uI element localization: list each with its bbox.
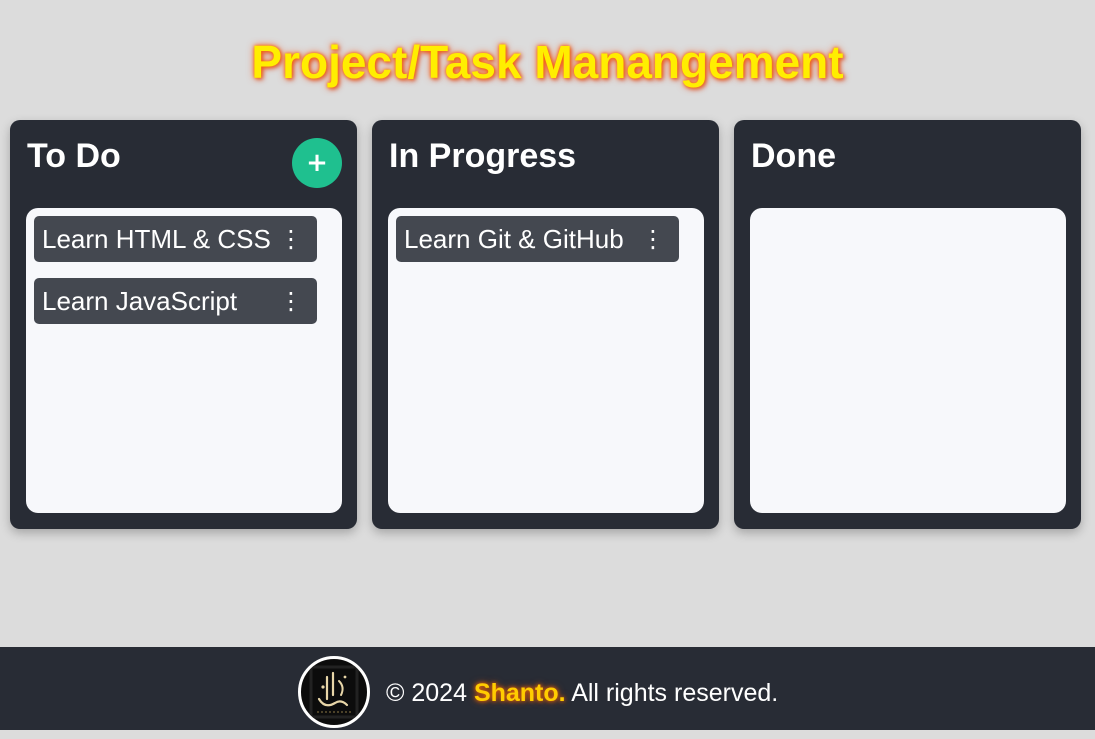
task-item[interactable]: Learn HTML & CSS ⋮	[34, 216, 317, 262]
rights-text: All rights reserved.	[571, 679, 779, 707]
column-title: In Progress	[389, 137, 577, 175]
footer: © 2024 Shanto. All rights reserved.	[0, 647, 1095, 730]
column-in-progress: In Progress Learn Git & GitHub ⋮	[372, 120, 719, 529]
add-task-button[interactable]: +	[292, 138, 342, 188]
page-title: Project/Task Manangement	[251, 36, 844, 88]
task-text: Learn HTML & CSS	[42, 224, 271, 254]
column-title: To Do	[27, 137, 121, 175]
task-text: Learn JavaScript	[42, 286, 238, 316]
copyright: © 2024	[386, 679, 467, 707]
calligraphy-logo	[298, 656, 370, 728]
brand-name: Shanto.	[473, 679, 566, 707]
column-title: Done	[751, 137, 836, 175]
kebab-menu-icon[interactable]: ⋮	[279, 278, 303, 324]
task-text: Learn Git & GitHub	[404, 224, 624, 254]
task-list-in-progress[interactable]: Learn Git & GitHub ⋮	[388, 208, 704, 513]
column-done: Done	[734, 120, 1081, 529]
task-item[interactable]: Learn JavaScript ⋮	[34, 278, 317, 324]
footer-text: © 2024 Shanto. All rights reserved.	[386, 647, 778, 739]
kebab-menu-icon[interactable]: ⋮	[641, 216, 665, 262]
task-list-todo[interactable]: Learn HTML & CSS ⋮ Learn JavaScript ⋮	[26, 208, 342, 513]
kebab-menu-icon[interactable]: ⋮	[279, 216, 303, 262]
task-list-done[interactable]	[750, 208, 1066, 513]
task-item[interactable]: Learn Git & GitHub ⋮	[396, 216, 679, 262]
logo-icon	[309, 665, 359, 719]
column-todo: To Do + Learn HTML & CSS ⋮ Learn JavaScr…	[10, 120, 357, 529]
